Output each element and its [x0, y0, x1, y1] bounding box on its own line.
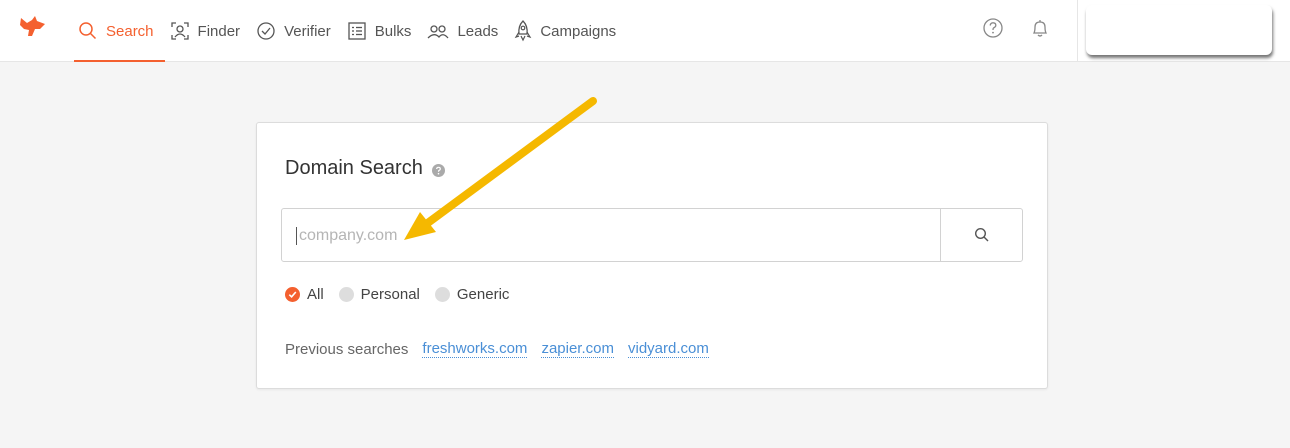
check-circle-icon	[257, 22, 275, 40]
previous-searches-label: Previous searches	[285, 340, 409, 358]
domain-search-bar	[281, 208, 1023, 262]
page-title: Domain Search	[285, 157, 445, 180]
search-icon	[79, 22, 97, 40]
top-navbar: Search Finder Verifier Bulks Leads Campa…	[0, 0, 1290, 62]
bell-icon[interactable]	[1029, 17, 1051, 39]
filter-personal-label: Personal	[360, 286, 420, 303]
nav-campaigns-label: Campaigns	[540, 22, 617, 40]
filter-all-label: All	[307, 286, 324, 303]
nav-verifier[interactable]: Verifier	[252, 0, 342, 62]
main-nav: Search Finder Verifier Bulks Leads Campa…	[74, 0, 628, 62]
question-icon[interactable]	[431, 164, 445, 177]
navbar-divider	[1077, 0, 1078, 62]
list-icon	[348, 22, 366, 40]
search-icon	[974, 227, 988, 242]
finder-icon	[170, 22, 189, 40]
domain-search-title: Domain Search	[285, 157, 423, 179]
filter-personal[interactable]: Personal	[338, 286, 420, 303]
nav-bulks[interactable]: Bulks	[343, 0, 423, 62]
nav-finder[interactable]: Finder	[166, 0, 252, 62]
previous-search-link[interactable]: freshworks.com	[422, 340, 528, 358]
account-menu[interactable]	[1086, 5, 1272, 55]
previous-searches: Previous searches freshworks.com zapier.…	[285, 340, 723, 358]
domain-search-card: Domain Search All Personal Generic Previ…	[256, 122, 1048, 389]
previous-search-link[interactable]: vidyard.com	[627, 340, 709, 358]
filter-all[interactable]: All	[285, 286, 324, 303]
people-icon	[427, 25, 449, 39]
radio-unchecked-icon[interactable]	[338, 287, 354, 302]
filter-generic[interactable]: Generic	[434, 286, 510, 303]
filter-generic-label: Generic	[456, 286, 510, 303]
nav-campaigns[interactable]: Campaigns	[510, 0, 627, 62]
radio-checked-icon[interactable]	[285, 287, 300, 302]
previous-search-link[interactable]: zapier.com	[541, 340, 614, 358]
help-icon[interactable]	[982, 17, 1004, 39]
domain-input[interactable]	[296, 227, 940, 245]
rocket-icon	[514, 20, 532, 42]
nav-leads-label: Leads	[457, 22, 499, 40]
fox-logo-icon[interactable]	[18, 14, 48, 40]
email-type-filters: All Personal Generic	[285, 286, 524, 303]
radio-unchecked-icon[interactable]	[434, 287, 450, 302]
nav-finder-label: Finder	[197, 22, 241, 40]
nav-verifier-label: Verifier	[284, 22, 331, 40]
nav-search-label: Search	[106, 22, 154, 40]
search-submit-button[interactable]	[940, 209, 1022, 261]
nav-search[interactable]: Search	[74, 0, 165, 62]
nav-leads[interactable]: Leads	[423, 0, 509, 62]
nav-bulks-label: Bulks	[374, 22, 412, 40]
